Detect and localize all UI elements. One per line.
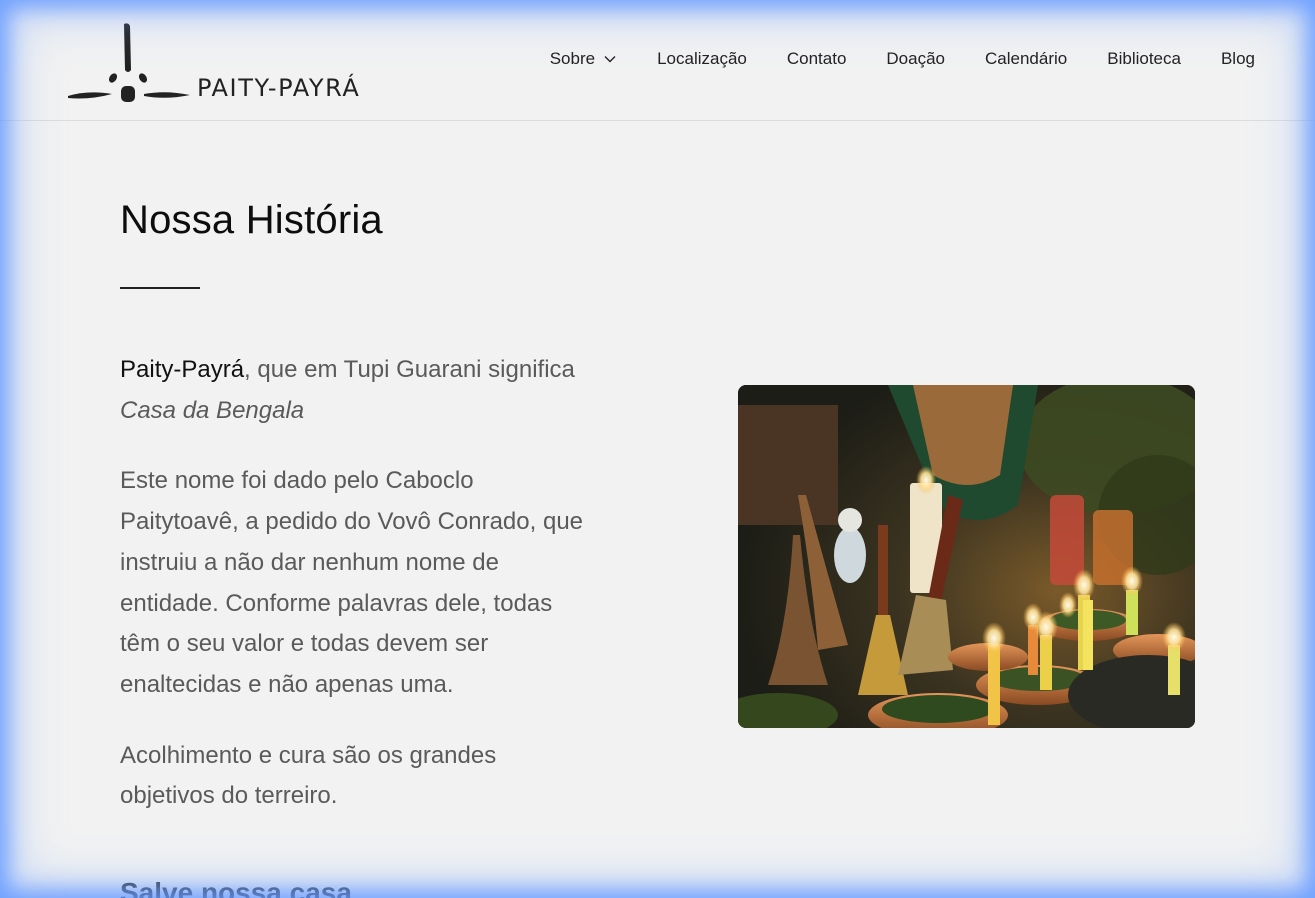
logo-mark-icon [68, 23, 190, 102]
nav-item-doacao[interactable]: Doação [886, 49, 945, 69]
title-divider [120, 287, 200, 289]
site-logo[interactable]: PAITY-PAYRÁ [66, 22, 396, 104]
nav-label-sobre: Sobre [549, 49, 596, 68]
history-text: Paity-Payrá, que em Tupi Guarani signifi… [120, 350, 590, 847]
nav-item-contato[interactable]: Contato [787, 49, 847, 69]
intro-text: , que em Tupi Guarani significa [244, 356, 575, 383]
brand-name: Paity-Payrá [120, 356, 245, 383]
mission-paragraph: Acolhimento e cura são os grandes objeti… [120, 741, 497, 810]
page-title: Nossa História [120, 198, 383, 242]
section-heading-salve: Salve nossa casa [120, 877, 352, 898]
nav-item-calendario[interactable]: Calendário [985, 49, 1067, 69]
intro-paragraph: Paity-Payrá, que em Tupi Guarani signifi… [120, 350, 590, 431]
site-header: PAITY-PAYRÁ Sobre Localização Contato Do… [0, 0, 1315, 121]
nav-item-blog[interactable]: Blog [1221, 49, 1255, 69]
altar-candles-image [738, 385, 1195, 728]
page: PAITY-PAYRÁ Sobre Localização Contato Do… [0, 0, 1315, 898]
logo-text: PAITY-PAYRÁ [197, 74, 361, 102]
nav-item-biblioteca[interactable]: Biblioteca [1107, 49, 1181, 69]
chevron-down-icon [604, 56, 616, 63]
altar-photo [738, 385, 1195, 728]
name-origin-paragraph: Este nome foi dado pelo Caboclo Paitytoa… [120, 467, 584, 698]
main-nav: Sobre Localização Contato Doação Calendá… [550, 49, 1255, 69]
nav-item-localizacao[interactable]: Localização [657, 49, 747, 69]
nav-item-sobre[interactable]: Sobre [550, 49, 617, 69]
intro-emphasis: Casa da Bengala [120, 396, 305, 424]
